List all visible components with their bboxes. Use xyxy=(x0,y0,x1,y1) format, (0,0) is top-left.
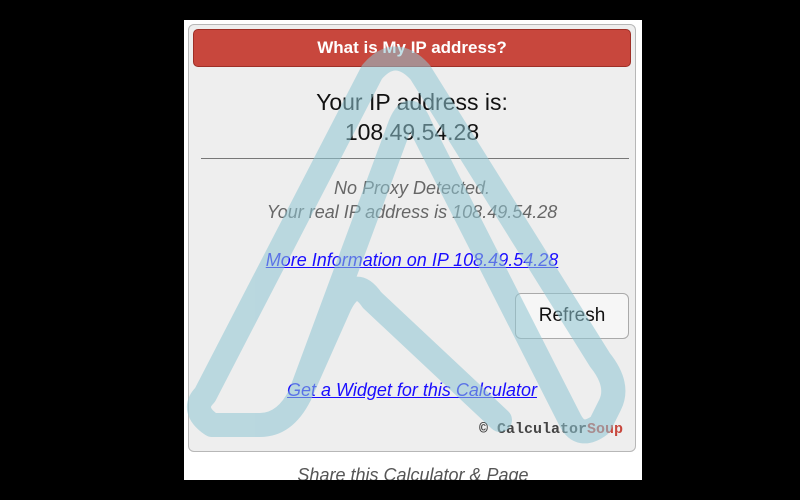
widget-title: What is My IP address? xyxy=(193,29,631,67)
share-text: Share this Calculator & Page xyxy=(297,465,529,480)
ip-value: 108.49.54.28 xyxy=(344,119,480,145)
copyright-symbol: © xyxy=(478,421,488,438)
divider xyxy=(201,158,629,159)
brand-logo[interactable]: © CalculatorSoup xyxy=(479,421,623,438)
brand-name-soup: Soup xyxy=(586,421,623,438)
proxy-status: No Proxy Detected. xyxy=(333,178,491,198)
brand-name-calculator: Calculator xyxy=(496,421,587,438)
get-widget-link[interactable]: Get a Widget for this Calculator xyxy=(189,380,635,401)
ip-widget-panel: What is My IP address? Your IP address i… xyxy=(184,20,642,480)
more-info-link[interactable]: More Information on IP 108.49.54.28 xyxy=(189,250,635,271)
ip-label: Your IP address is: xyxy=(316,89,508,115)
ip-widget-card: What is My IP address? Your IP address i… xyxy=(188,24,636,452)
refresh-button[interactable]: Refresh xyxy=(515,293,629,339)
real-ip-text: Your real IP address is 108.49.54.28 xyxy=(266,202,558,222)
